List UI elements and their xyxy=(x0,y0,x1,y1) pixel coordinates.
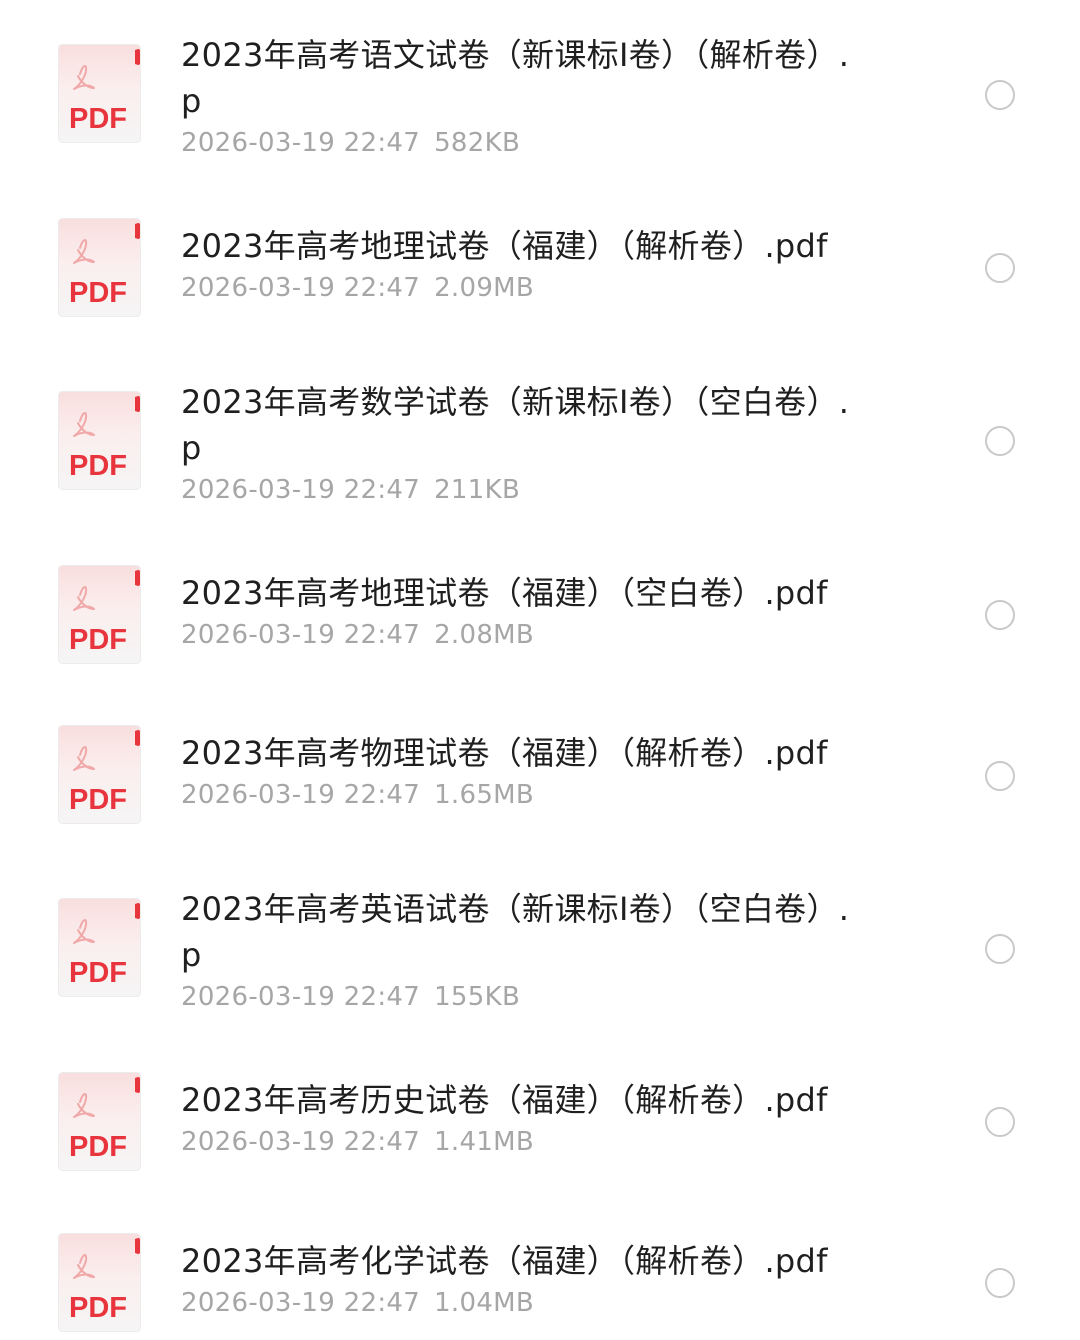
select-radio[interactable] xyxy=(985,253,1015,283)
file-meta: 2026-03-19 22:47 155KB xyxy=(181,980,861,1014)
pdf-file-icon: PDF xyxy=(58,218,142,318)
select-radio[interactable] xyxy=(985,1107,1015,1137)
file-size: 155KB xyxy=(434,982,521,1012)
pdf-file-icon: PDF xyxy=(58,898,142,998)
svg-text:PDF: PDF xyxy=(69,103,127,135)
svg-text:PDF: PDF xyxy=(69,1131,127,1163)
pdf-file-icon: PDF xyxy=(58,44,142,144)
file-size: 2.09MB xyxy=(434,273,535,303)
select-radio[interactable] xyxy=(985,1268,1015,1298)
file-name: 2023年高考数学试卷（新课标Ⅰ卷）（空白卷）.p xyxy=(181,383,850,467)
file-meta: 2026-03-19 22:47 1.04MB xyxy=(181,1286,861,1320)
file-size: 1.04MB xyxy=(434,1288,535,1318)
file-date: 2026-03-19 22:47 xyxy=(181,780,421,810)
file-date: 2026-03-19 22:47 xyxy=(181,982,421,1012)
file-date: 2026-03-19 22:47 xyxy=(181,1127,421,1157)
file-meta: 2026-03-19 22:47 1.65MB xyxy=(181,778,861,812)
file-size: 1.41MB xyxy=(434,1127,535,1157)
svg-text:PDF: PDF xyxy=(69,957,127,989)
pdf-file-icon: PDF xyxy=(58,1072,142,1172)
file-size: 211KB xyxy=(434,475,521,505)
file-name: 2023年高考地理试卷（福建）（解析卷）.pdf xyxy=(181,227,828,265)
file-list: PDF 2023年高考语文试卷（新课标Ⅰ卷）（解析卷）.p 2026-03-19… xyxy=(0,0,1080,1340)
file-size: 582KB xyxy=(434,128,521,158)
file-meta: 2026-03-19 22:47 1.41MB xyxy=(181,1125,861,1159)
file-name: 2023年高考英语试卷（新课标Ⅰ卷）（空白卷）.p xyxy=(181,890,850,974)
file-date: 2026-03-19 22:47 xyxy=(181,273,421,303)
svg-text:PDF: PDF xyxy=(69,450,127,482)
select-radio[interactable] xyxy=(985,761,1015,791)
svg-text:PDF: PDF xyxy=(69,784,127,816)
file-name: 2023年高考地理试卷（福建）（空白卷）.pdf xyxy=(181,574,828,612)
svg-text:PDF: PDF xyxy=(69,1292,127,1324)
file-date: 2026-03-19 22:47 xyxy=(181,1288,421,1318)
pdf-file-icon: PDF xyxy=(58,725,142,825)
file-date: 2026-03-19 22:47 xyxy=(181,475,421,505)
file-meta: 2026-03-19 22:47 211KB xyxy=(181,473,861,507)
file-meta: 2026-03-19 22:47 2.09MB xyxy=(181,271,861,305)
file-size: 2.08MB xyxy=(434,620,535,650)
file-name: 2023年高考物理试卷（福建）（解析卷）.pdf xyxy=(181,734,828,772)
pdf-file-icon: PDF xyxy=(58,1233,142,1333)
pdf-file-icon: PDF xyxy=(58,565,142,665)
svg-text:PDF: PDF xyxy=(69,624,127,656)
select-radio[interactable] xyxy=(985,934,1015,964)
select-radio[interactable] xyxy=(985,80,1015,110)
select-radio[interactable] xyxy=(985,426,1015,456)
pdf-file-icon: PDF xyxy=(58,391,142,491)
file-name: 2023年高考语文试卷（新课标Ⅰ卷）（解析卷）.p xyxy=(181,36,850,120)
file-name: 2023年高考历史试卷（福建）（解析卷）.pdf xyxy=(181,1081,828,1119)
svg-text:PDF: PDF xyxy=(69,277,127,309)
file-date: 2026-03-19 22:47 xyxy=(181,128,421,158)
file-name: 2023年高考化学试卷（福建）（解析卷）.pdf xyxy=(181,1242,828,1280)
file-meta: 2026-03-19 22:47 582KB xyxy=(181,126,861,160)
file-meta: 2026-03-19 22:47 2.08MB xyxy=(181,618,861,652)
file-date: 2026-03-19 22:47 xyxy=(181,620,421,650)
select-radio[interactable] xyxy=(985,600,1015,630)
file-size: 1.65MB xyxy=(434,780,535,810)
